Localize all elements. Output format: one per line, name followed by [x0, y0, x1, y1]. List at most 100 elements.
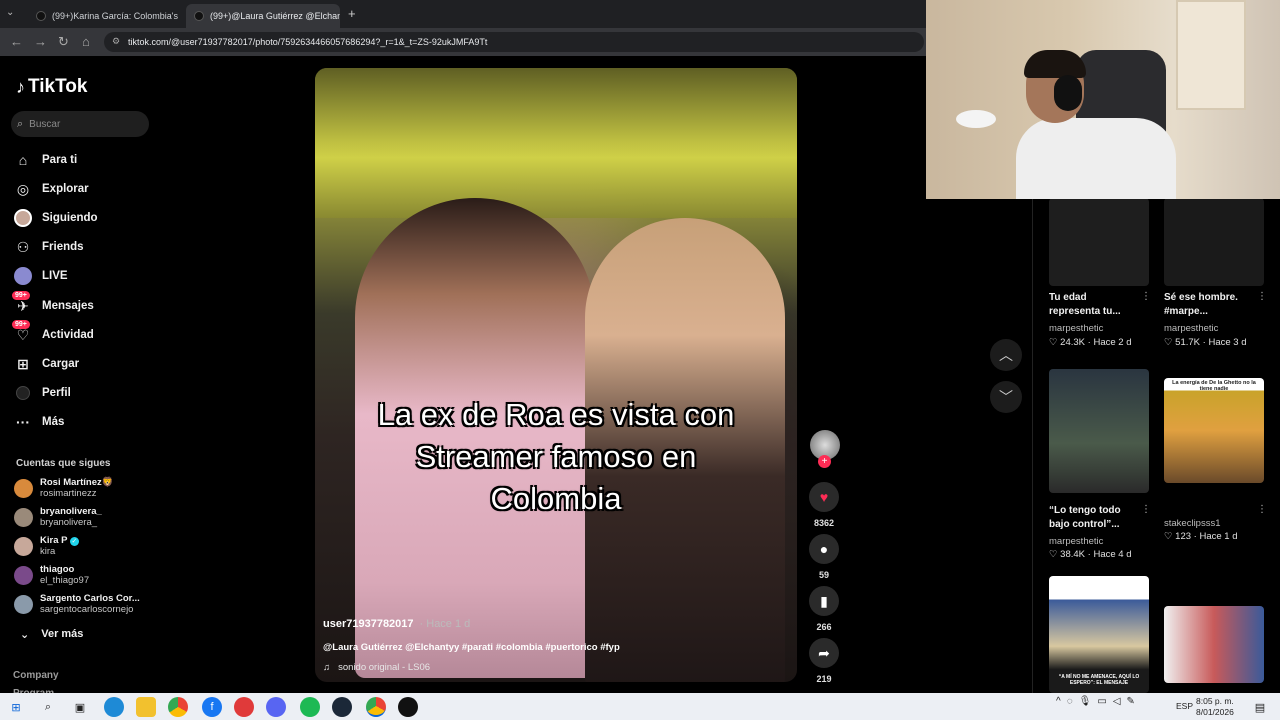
nav-cargar[interactable]: ⊞ Cargar	[14, 355, 79, 373]
post-username[interactable]: user71937782017	[323, 618, 414, 630]
url-field[interactable]: ⚙ tiktok.com/@user71937782017/photo/7592…	[104, 32, 924, 52]
search-icon[interactable]: ⌕	[38, 697, 58, 717]
bookmark-icon[interactable]: ▮	[809, 586, 839, 616]
nav-actividad[interactable]: ♡ 99+ Actividad	[12, 320, 94, 344]
volume-icon[interactable]: ◁	[1113, 696, 1121, 707]
related-thumbnail[interactable]	[1049, 369, 1149, 493]
tab-list-dropdown-icon[interactable]: ⌄	[6, 7, 14, 18]
more-options-icon[interactable]: ⋮	[1257, 291, 1267, 302]
pen-icon[interactable]: ✎	[1127, 696, 1135, 707]
heart-icon[interactable]: ♥	[809, 482, 839, 512]
related-author[interactable]: marpesthetic	[1049, 323, 1103, 334]
related-title[interactable]: Tu edad representa tu...	[1049, 291, 1139, 319]
related-thumbnail[interactable]	[1164, 606, 1264, 683]
post-media[interactable]: La ex de Roa es vista con Streamer famos…	[315, 68, 797, 682]
reload-icon[interactable]: ↻	[58, 34, 69, 50]
more-options-icon[interactable]: ⋮	[1141, 291, 1151, 302]
share-icon[interactable]: ➦	[809, 638, 839, 668]
related-time: Hace 4 d	[1093, 549, 1132, 560]
post-sound[interactable]: ♫ sonido original - LS06	[323, 662, 430, 673]
more-options-icon[interactable]: ⋮	[1141, 504, 1151, 515]
facebook-icon[interactable]: f	[202, 697, 222, 717]
edge-browser-icon[interactable]	[104, 697, 124, 717]
footer-company-link[interactable]: Company	[13, 670, 59, 681]
tiktok-favicon-icon	[194, 11, 204, 21]
nav-explorar[interactable]: ◎ Explorar	[14, 180, 89, 198]
account-handle: sargentocarloscornejo	[40, 604, 134, 615]
nav-label: Cargar	[42, 358, 80, 370]
nav-friends[interactable]: ⚇ Friends	[14, 238, 84, 256]
nav-perfil[interactable]: Perfil	[14, 384, 71, 402]
windows-start-icon[interactable]: ⊞	[6, 697, 26, 717]
comment-count: 59	[818, 570, 829, 580]
network-icon[interactable]: ◌	[1067, 696, 1073, 707]
nav-live[interactable]: LIVE	[14, 267, 68, 285]
related-author[interactable]: marpesthetic	[1049, 536, 1103, 547]
tab-title: (99+)@Laura Gutiérrez @Elchan	[210, 11, 340, 21]
related-thumbnail[interactable]	[1164, 198, 1264, 286]
account-item[interactable]: thiagoo el_thiago97	[14, 564, 89, 586]
language-indicator[interactable]: ESP	[1176, 701, 1193, 711]
new-tab-plus-icon[interactable]: +	[348, 6, 356, 21]
forward-arrow-icon[interactable]: →	[34, 34, 47, 49]
nav-siguiendo[interactable]: Siguiendo	[14, 209, 98, 227]
nav-mas[interactable]: ··· Más	[14, 413, 64, 431]
webcam-background-stool	[956, 110, 996, 128]
task-view-icon[interactable]: ▣	[70, 697, 90, 717]
related-author[interactable]: marpesthetic	[1164, 323, 1218, 334]
file-explorer-icon[interactable]	[136, 697, 156, 717]
related-thumbnail[interactable]	[1049, 198, 1149, 286]
microphone-icon[interactable]: 🎙	[1079, 696, 1092, 707]
related-title[interactable]: “Lo tengo todo bajo control”...	[1049, 504, 1141, 532]
follow-plus-icon[interactable]: +	[818, 455, 831, 468]
back-arrow-icon[interactable]: ←	[10, 34, 23, 49]
related-thumbnail[interactable]: “A MÍ NO ME AMENACE, AQUÍ LO ESPERO”: EL…	[1049, 576, 1149, 693]
more-options-icon[interactable]: ⋮	[1257, 504, 1267, 515]
nav-para-ti[interactable]: ⌂ Para ti	[14, 151, 77, 169]
account-handle: el_thiago97	[40, 575, 90, 586]
messages-icon: ✈ 99+	[12, 291, 32, 315]
home-icon: ⌂	[18, 152, 28, 168]
save-action[interactable]: ▮ 266	[806, 586, 842, 632]
camera-icon[interactable]: ▭	[1097, 696, 1106, 707]
home-icon[interactable]: ⌂	[82, 34, 90, 49]
nav-label: Para ti	[42, 154, 78, 166]
share-action[interactable]: ➦ 219	[806, 638, 842, 684]
chrome-active-icon[interactable]	[366, 697, 386, 717]
post-description[interactable]: @Laura Gutiérrez @Elchantyy #parati #col…	[323, 642, 620, 653]
account-item[interactable]: Kira P ✓ kira	[14, 535, 79, 557]
chrome-icon[interactable]	[168, 697, 188, 717]
discord-icon[interactable]	[266, 697, 286, 717]
clock-date: 8/01/2026	[1196, 707, 1234, 717]
browser-tab-laura[interactable]: (99+)@Laura Gutiérrez @Elchan ✕	[186, 4, 340, 28]
account-item[interactable]: Sargento Carlos Cor... sargentocarloscorn…	[14, 593, 140, 615]
nav-label: Perfil	[42, 387, 71, 399]
account-item[interactable]: bryanolivera_ bryanolivera_	[14, 506, 102, 528]
comment-icon[interactable]: ●	[809, 534, 839, 564]
post-author[interactable]: user71937782017 · Hace 1 d	[323, 618, 470, 630]
notifications-icon[interactable]: ▤	[1250, 697, 1270, 717]
spotify-icon[interactable]	[300, 697, 320, 717]
next-video-button[interactable]: ﹀	[990, 381, 1022, 413]
account-item[interactable]: Rosi Martínez🦁 rosimartinezz	[14, 477, 114, 499]
related-title[interactable]: Sé ese hombre. #marpe...	[1164, 291, 1254, 319]
steam-icon[interactable]	[332, 697, 352, 717]
site-info-icon[interactable]: ⚙	[112, 36, 120, 47]
nav-mensajes[interactable]: ✈ 99+ Mensajes	[12, 291, 94, 315]
browser-tab-karina[interactable]: (99+)Karina García: Colombia's ✕	[28, 4, 180, 28]
related-author[interactable]: stakeclipsss1	[1164, 518, 1221, 529]
tiktok-logo[interactable]: ♪ TikTok	[16, 76, 87, 98]
taskbar-clock[interactable]: 8:05 p. m. 8/01/2026	[1196, 696, 1234, 718]
chevron-down-icon: ﹀	[999, 389, 1013, 405]
app-black-red-icon[interactable]	[398, 697, 418, 717]
heart-outline-icon: ♡	[1049, 337, 1058, 348]
more-icon: ···	[16, 414, 30, 430]
see-more-button[interactable]: ⌄ Ver más	[20, 628, 83, 641]
chevron-up-icon[interactable]: ^	[1056, 696, 1061, 707]
like-action[interactable]: ♥ 8362	[806, 482, 842, 528]
related-thumbnail[interactable]: La energía de De la Ghetto no la tiene n…	[1164, 378, 1264, 483]
previous-video-button[interactable]: ︿	[990, 339, 1022, 371]
app-red-icon[interactable]	[234, 697, 254, 717]
comment-action[interactable]: ● 59	[806, 534, 842, 580]
search-input[interactable]: ⌕ Buscar	[11, 111, 149, 137]
